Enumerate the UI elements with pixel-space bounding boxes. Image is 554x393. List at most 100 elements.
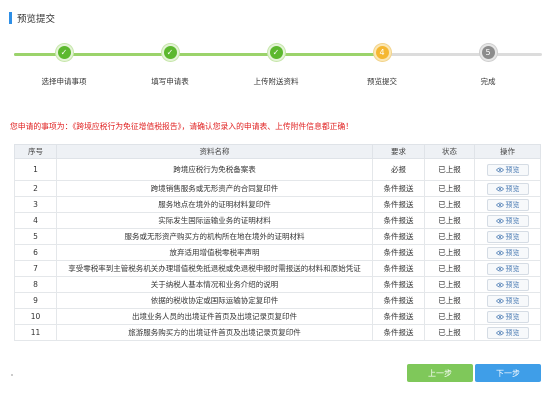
preview-label: 预览	[505, 184, 520, 193]
cell-name: 实际发生国际运输业务的证明材料	[56, 212, 373, 229]
cell-action: 预览	[474, 276, 541, 293]
step-label: 完成	[480, 77, 496, 86]
cell-index: 11	[14, 324, 57, 341]
preview-label: 预览	[505, 165, 520, 174]
cell-requirement: 条件报送	[372, 212, 425, 229]
preview-button[interactable]: 预览	[486, 326, 529, 339]
cell-action: 预览	[474, 244, 541, 261]
eye-icon	[495, 314, 504, 319]
cell-requirement: 必报	[372, 158, 425, 181]
preview-button[interactable]: 预览	[486, 182, 529, 195]
cell-name: 放弃适用增值税零税率声明	[56, 244, 373, 261]
step-check-icon: ✓	[55, 44, 73, 61]
col-header-name: 资料名称	[56, 144, 373, 159]
preview-label: 预览	[505, 248, 520, 257]
cell-index: 4	[14, 212, 57, 229]
cell-status: 已上报	[424, 244, 475, 261]
table-row: 11 旅游服务购买方的出境证件首页及出境记录页复印件 条件报送 已上报 预览	[14, 324, 541, 341]
step-number-badge: 4	[373, 44, 391, 61]
cell-action: 预览	[474, 158, 541, 181]
table-row: 1 跨境应税行为免税备案表 必报 已上报 预览	[14, 158, 541, 181]
step-2: ✓ 填写申请表	[120, 40, 220, 87]
cell-name: 跨境应税行为免税备案表	[56, 158, 373, 181]
cell-name: 享受零税率到主管税务机关办理增值税免抵退税或免退税申报时需报送的材料和原始凭证	[56, 260, 373, 277]
step-label: 预览提交	[367, 77, 397, 86]
cell-name: 依据的税收协定或国际运输协定复印件	[56, 292, 373, 309]
page-header: 预览提交	[9, 11, 55, 25]
cell-action: 预览	[474, 196, 541, 213]
eye-icon	[495, 218, 504, 223]
materials-table: 序号 资料名称 要求 状态 操作 1 跨境应税行为免税备案表 必报 已上报 预览 2 跨境销…	[14, 144, 541, 341]
step-label: 选择申请事项	[41, 77, 87, 86]
cell-status: 已上报	[424, 260, 475, 277]
table-header-row: 序号 资料名称 要求 状态 操作	[14, 144, 541, 159]
preview-label: 预览	[505, 328, 520, 337]
cell-requirement: 条件报送	[372, 196, 425, 213]
table-row: 9 依据的税收协定或国际运输协定复印件 条件报送 已上报 预览	[14, 292, 541, 309]
cell-requirement: 条件报送	[372, 324, 425, 341]
prev-step-button[interactable]: 上一步	[407, 364, 473, 382]
cell-index: 6	[14, 244, 57, 261]
preview-button[interactable]: 预览	[486, 198, 529, 211]
eye-icon	[495, 250, 504, 255]
table-row: 10 出境业务人员的出境证件首页及出境记录页复印件 条件报送 已上报 预览	[14, 308, 541, 325]
cell-status: 已上报	[424, 276, 475, 293]
preview-button[interactable]: 预览	[486, 310, 529, 323]
eye-icon	[495, 167, 504, 172]
col-header-requirement: 要求	[372, 144, 425, 159]
cell-action: 预览	[474, 308, 541, 325]
preview-button[interactable]: 预览	[486, 214, 529, 227]
confirm-notice: 您申请的事项为：《跨境应税行为免征增值税报告》，请确认您录入的申请表、上传附件信…	[10, 122, 354, 131]
decorative-dot	[11, 374, 13, 376]
cell-index: 9	[14, 292, 57, 309]
cell-action: 预览	[474, 228, 541, 245]
cell-name: 服务或无形资产购买方的机构所在地在境外的证明材料	[56, 228, 373, 245]
eye-icon	[495, 234, 504, 239]
progress-steps: ✓ 选择申请事项 ✓ 填写申请表 ✓ 上传附送资料 4 预览提交 5 完成	[0, 40, 554, 100]
preview-button[interactable]: 预览	[486, 246, 529, 259]
cell-name: 跨境销售服务或无形资产的合同复印件	[56, 180, 373, 197]
preview-button[interactable]: 预览	[486, 278, 529, 291]
step-1: ✓ 选择申请事项	[14, 40, 114, 87]
cell-status: 已上报	[424, 180, 475, 197]
cell-status: 已上报	[424, 324, 475, 341]
step-3: ✓ 上传附送资料	[226, 40, 326, 87]
eye-icon	[495, 298, 504, 303]
step-label: 上传附送资料	[253, 77, 299, 86]
preview-button[interactable]: 预览	[486, 163, 529, 176]
preview-label: 预览	[505, 216, 520, 225]
preview-label: 预览	[505, 296, 520, 305]
preview-button[interactable]: 预览	[486, 294, 529, 307]
table-row: 5 服务或无形资产购买方的机构所在地在境外的证明材料 条件报送 已上报 预览	[14, 228, 541, 245]
cell-name: 关于纳税人基本情况和业务介绍的说明	[56, 276, 373, 293]
eye-icon	[495, 330, 504, 335]
preview-label: 预览	[505, 264, 520, 273]
cell-requirement: 条件报送	[372, 292, 425, 309]
cell-action: 预览	[474, 180, 541, 197]
table-row: 6 放弃适用增值税零税率声明 条件报送 已上报 预览	[14, 244, 541, 261]
next-step-button[interactable]: 下一步	[475, 364, 541, 382]
cell-name: 旅游服务购买方的出境证件首页及出境记录页复印件	[56, 324, 373, 341]
cell-status: 已上报	[424, 228, 475, 245]
preview-label: 预览	[505, 232, 520, 241]
table-row: 2 跨境销售服务或无形资产的合同复印件 条件报送 已上报 预览	[14, 180, 541, 197]
col-header-status: 状态	[424, 144, 475, 159]
cell-status: 已上报	[424, 308, 475, 325]
cell-requirement: 条件报送	[372, 228, 425, 245]
step-number-badge: 5	[479, 44, 497, 61]
preview-label: 预览	[505, 312, 520, 321]
preview-label: 预览	[505, 200, 520, 209]
cell-requirement: 条件报送	[372, 244, 425, 261]
preview-button[interactable]: 预览	[486, 230, 529, 243]
step-check-icon: ✓	[267, 44, 285, 61]
cell-name: 出境业务人员的出境证件首页及出境记录页复印件	[56, 308, 373, 325]
cell-action: 预览	[474, 324, 541, 341]
cell-index: 8	[14, 276, 57, 293]
preview-label: 预览	[505, 280, 520, 289]
col-header-action: 操作	[474, 144, 541, 159]
cell-action: 预览	[474, 260, 541, 277]
step-5: 5 完成	[438, 40, 538, 87]
preview-button[interactable]: 预览	[486, 262, 529, 275]
cell-requirement: 条件报送	[372, 180, 425, 197]
header-accent-bar	[9, 12, 12, 24]
